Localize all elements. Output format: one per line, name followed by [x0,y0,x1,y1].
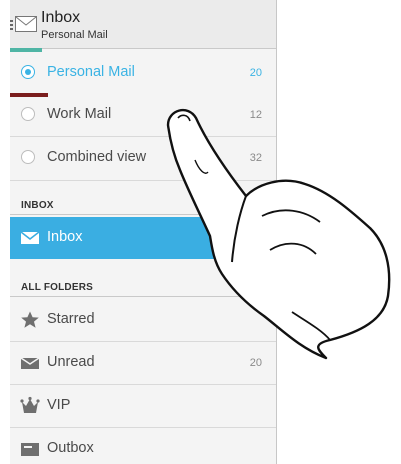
unread-count: 32 [249,152,262,164]
row-divider [10,180,276,181]
folder-label: Outbox [47,440,94,456]
section-divider [10,214,276,215]
folder-item-vip[interactable]: VIP [10,385,276,427]
radio-unselected-icon[interactable] [21,150,35,164]
mail-envelope-icon [15,16,37,32]
crown-icon [20,396,40,413]
folder-label: VIP [47,397,71,413]
account-label: Work Mail [47,106,112,122]
app-header[interactable]: Inbox Personal Mail [10,0,276,49]
unread-count: 20 [249,357,262,369]
folder-item-unread[interactable]: Unread 20 [10,342,276,384]
account-label: Personal Mail [47,64,135,80]
folder-label: Unread [47,354,95,370]
page-title: Inbox [41,9,81,26]
account-label: Combined view [47,149,147,165]
folder-item-outbox[interactable]: Outbox [10,428,276,464]
folder-item-starred[interactable]: Starred [10,299,276,341]
unread-count: 12 [249,109,262,121]
outbox-icon [21,443,39,456]
section-header-inbox: INBOX [21,200,54,211]
account-item-personal-mail[interactable]: Personal Mail 20 [10,52,276,94]
radio-selected-icon[interactable] [21,65,35,79]
inbox-mail-icon [20,231,40,244]
account-item-combined-view[interactable]: Combined view 32 [10,137,276,179]
unread-count: 20 [249,67,262,79]
account-item-work-mail[interactable]: Work Mail 12 [10,94,276,136]
folder-label: Inbox [47,229,83,245]
radio-unselected-icon[interactable] [21,107,35,121]
section-divider [10,296,276,297]
folder-label: Starred [47,311,95,327]
star-icon [21,311,39,328]
drawer-indicator-icon [10,20,13,30]
account-subtitle: Personal Mail [41,29,108,41]
folder-item-inbox[interactable]: Inbox [10,217,276,259]
section-header-all-folders: ALL FOLDERS [21,282,94,293]
mail-app-screen: Inbox Personal Mail Personal Mail 20 Wor… [10,0,277,464]
unread-mail-icon [20,357,40,369]
